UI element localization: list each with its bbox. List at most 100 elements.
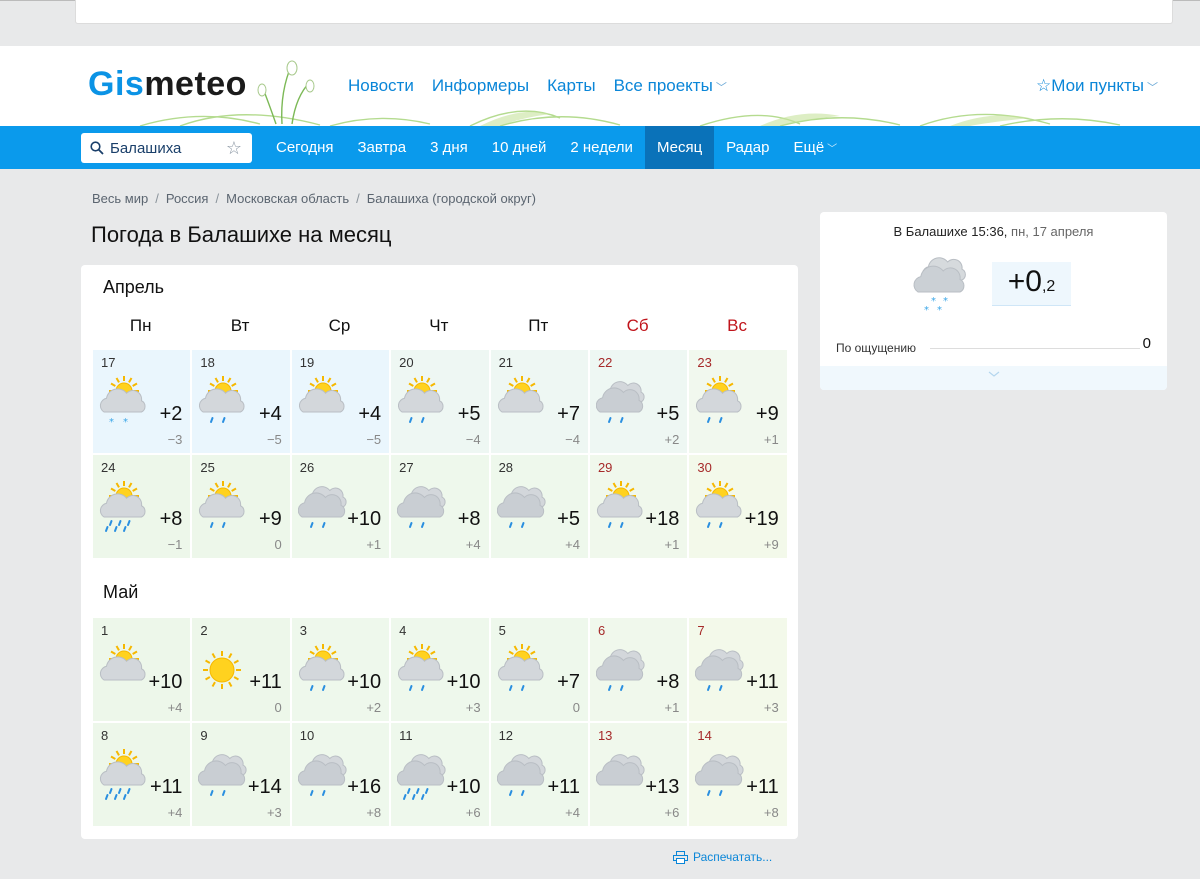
partly-cloudy-rain-icon: [397, 372, 453, 428]
nav-news[interactable]: Новости: [348, 76, 414, 96]
min-temperature: +4: [465, 537, 481, 552]
day-cell[interactable]: 21 +7 −4: [489, 349, 589, 454]
nav-all-projects[interactable]: Все проекты ﹀: [614, 76, 727, 96]
min-temperature: 0: [274, 700, 282, 715]
tab-2[interactable]: 3 дня: [418, 126, 480, 169]
day-number: 18: [200, 355, 215, 370]
day-number: 25: [200, 460, 215, 475]
day-cell[interactable]: 14 +11 +8: [688, 722, 788, 827]
min-temperature: −4: [565, 432, 580, 447]
tab-0[interactable]: Сегодня: [264, 126, 346, 169]
favorite-star-icon[interactable]: ☆: [226, 138, 242, 159]
breadcrumb-separator: /: [215, 191, 220, 206]
day-cell[interactable]: 2 +11 0: [191, 617, 291, 722]
day-cell[interactable]: 5 +7 0: [489, 617, 589, 722]
day-number: 19: [299, 355, 315, 370]
day-cell[interactable]: 27 +8 +4: [390, 454, 490, 559]
weekday-label: Ср: [328, 316, 351, 335]
monthly-calendar: Апрель Пн Вт Ср Чт Пт Сб Вс 17 * * +2 −3 18 +4 −5 19 +4 −5…: [81, 265, 798, 839]
gismeteo-logo[interactable]: Gismeteo: [88, 65, 247, 104]
tab-6[interactable]: Радар: [714, 126, 781, 169]
cloudy-icon: [595, 745, 652, 801]
min-temperature: −5: [366, 432, 382, 447]
day-cell[interactable]: 9 +14 +3: [191, 722, 291, 827]
day-cell[interactable]: 30 +19 +9: [688, 454, 788, 559]
search-value: Балашиха: [110, 139, 182, 157]
expand-widget-button[interactable]: [820, 366, 1167, 390]
day-cell[interactable]: 18 +4 −5: [191, 349, 291, 454]
day-number: 3: [299, 623, 308, 638]
day-number: 22: [597, 355, 613, 370]
day-cell[interactable]: 19 +4 −5: [290, 349, 391, 454]
weekday-label: Чт: [429, 316, 449, 335]
tab-4[interactable]: 2 недели: [558, 126, 645, 169]
tab-5[interactable]: Месяц: [644, 126, 715, 169]
chevron-down-icon: ﹀: [827, 144, 838, 155]
max-temperature: +16: [347, 776, 382, 798]
min-temperature: +4: [167, 805, 183, 820]
day-cell[interactable]: 17 * * +2 −3: [92, 349, 192, 454]
nav-informers[interactable]: Информеры: [432, 76, 529, 96]
max-temperature: +9: [258, 508, 282, 530]
partly-cloudy-rain-icon: [298, 640, 354, 696]
weekday-header: Пн Вт Ср Чт Пт Сб Вс: [91, 316, 787, 336]
day-cell[interactable]: 13 +13 +6: [588, 722, 689, 827]
max-temperature: +9: [755, 403, 779, 425]
breadcrumb: Весь мир / Россия / Московская область / Балаш…: [92, 191, 536, 206]
breadcrumb-item[interactable]: Балашиха (городской округ): [367, 191, 536, 206]
weekday-label: Вт: [230, 316, 250, 335]
nav-maps[interactable]: Карты: [547, 76, 595, 96]
max-temperature: +4: [358, 403, 382, 425]
max-temperature: +11: [149, 776, 183, 798]
tab-1[interactable]: Завтра: [346, 126, 419, 169]
day-cell[interactable]: 4 +10 +3: [390, 617, 490, 722]
day-cell[interactable]: 25 +9 0: [191, 454, 291, 559]
weekday-label: Пт: [528, 316, 549, 335]
max-temperature: +10: [148, 671, 183, 693]
print-link[interactable]: Распечатать...: [673, 850, 772, 864]
tab-7[interactable]: Ещё ﹀: [781, 126, 849, 169]
max-temperature: +18: [645, 508, 680, 530]
day-cell[interactable]: 22 +5 +2: [588, 349, 689, 454]
city-search-input[interactable]: Балашиха ☆: [81, 133, 252, 163]
day-cell[interactable]: 12 +11 +4: [489, 722, 589, 827]
day-number: 26: [299, 460, 315, 475]
max-temperature: +8: [159, 508, 183, 530]
day-cell[interactable]: 7 +11 +3: [688, 617, 788, 722]
svg-text:*: *: [924, 305, 929, 314]
max-temperature: +7: [557, 403, 580, 425]
day-cell[interactable]: 10 +16 +8: [290, 722, 391, 827]
svg-text:*: *: [931, 296, 936, 307]
day-cell[interactable]: 8 +11 +4: [92, 722, 192, 827]
day-cell[interactable]: 20 +5 −4: [390, 349, 490, 454]
day-cell[interactable]: 29 +18 +1: [588, 454, 689, 559]
day-cell[interactable]: 28 +5 +4: [489, 454, 589, 559]
cloudy-rain-icon: [595, 372, 652, 428]
tab-3[interactable]: 10 дней: [480, 126, 559, 169]
max-temperature: +10: [446, 671, 481, 693]
breadcrumb-item[interactable]: Московская область: [226, 191, 349, 206]
day-number: 4: [399, 623, 407, 638]
day-cell[interactable]: 6 +8 +1: [588, 617, 689, 722]
day-cell[interactable]: 11 +10 +6: [390, 722, 490, 827]
max-temperature: +7: [557, 671, 580, 693]
breadcrumb-item[interactable]: Весь мир: [92, 191, 148, 206]
cloudy-rain-icon: [695, 640, 751, 696]
day-number: 17: [101, 355, 116, 370]
page-title: Погода в Балашихе на месяц: [91, 222, 392, 247]
cloudy-rain-icon: [496, 477, 553, 533]
day-number: 9: [200, 728, 208, 743]
day-cell[interactable]: 3 +10 +2: [290, 617, 391, 722]
day-number: 27: [399, 460, 414, 475]
max-temperature: +11: [746, 776, 779, 798]
min-temperature: +6: [664, 805, 680, 820]
day-cell[interactable]: 1 +10 +4: [92, 617, 192, 722]
day-cell[interactable]: 24 +8 −1: [92, 454, 192, 559]
day-cell[interactable]: 26 +10 +1: [290, 454, 391, 559]
breadcrumb-separator: /: [155, 191, 159, 206]
max-temperature: +5: [457, 403, 481, 425]
my-points-menu[interactable]: ☆Мои пункты ﹀: [1036, 76, 1158, 96]
day-cell[interactable]: 23 +9 +1: [688, 349, 788, 454]
breadcrumb-item[interactable]: Россия: [166, 191, 209, 206]
weekday-label: Пн: [129, 316, 152, 335]
